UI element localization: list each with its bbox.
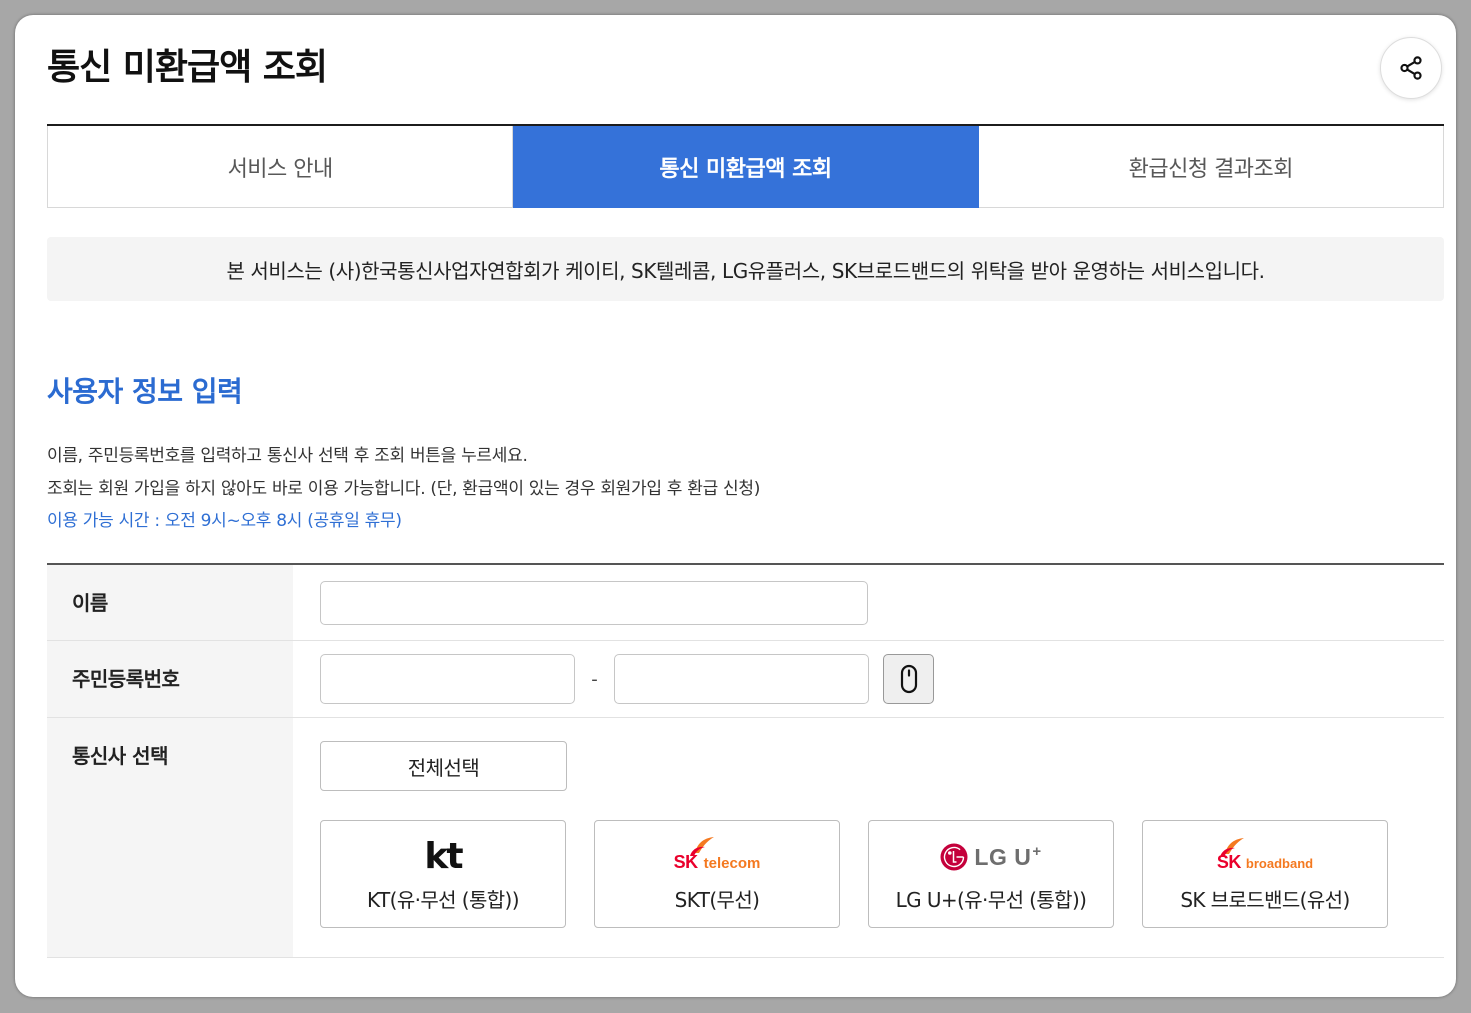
sk-broadband-text: broadband [1245,856,1314,871]
value-cell [293,565,1444,640]
share-icon [1400,56,1422,80]
instruction-line: 이름, 주민등록번호를 입력하고 통신사 선택 후 조회 버튼을 누르세요. [47,446,528,466]
carrier-option-label: KT(유·무선 (통합)) [367,888,520,912]
sk-telecom-logo: SK telecom [674,835,761,879]
lg-uplus-logo-text: LG U+ [974,843,1041,871]
carrier-option-kt[interactable]: kt KT(유·무선 (통합)) [320,820,566,928]
carrier-option-sk-broadband[interactable]: SK broadband SK 브로드밴드(유선) [1142,820,1388,928]
label-cell: 주민등록번호 [47,641,293,717]
page-card: 통신 미환급액 조회 서비스 안내 통신 미환급액 조회 환급신청 결과조회 본… [15,15,1456,997]
value-cell: 전체선택 kt KT(유·무선 (통합)) SK telecom SKT(무선)… [293,718,1444,957]
lg-plus-mark: + [1032,843,1042,860]
resident-number-back-input[interactable] [614,654,869,704]
share-button[interactable] [1380,37,1442,99]
tab-result-inquiry[interactable]: 환급신청 결과조회 [978,126,1444,208]
tab-refund-inquiry[interactable]: 통신 미환급액 조회 [513,126,979,208]
instruction-line: 조회는 회원 가입을 하지 않아도 바로 이용 가능합니다. (단, 환급액이 … [47,478,761,499]
value-cell: - [293,641,1444,717]
kt-logo: kt [424,835,463,879]
label-cell: 이름 [47,565,293,640]
form-row-resident-number: 주민등록번호 - [47,641,1444,718]
lg-uplus-logo-mark: LG U+ [940,835,1041,879]
sk-telecom-text: telecom [703,855,761,872]
lg-brand-text: LG U [974,844,1032,870]
form-row-carrier: 통신사 선택 전체선택 kt KT(유·무선 (통합)) SK telecom … [47,718,1444,958]
sk-broadband-logo-mark: SK broadband [1217,835,1313,879]
lg-uplus-logo: LG U+ [940,835,1041,879]
user-info-form: 이름 주민등록번호 - 통신사 선택 전체선택 kt KT(유·무선 (통합))… [47,563,1444,958]
carrier-label: 통신사 선택 [72,744,168,768]
mouse-input-button[interactable] [883,654,934,704]
resident-number-label: 주민등록번호 [72,667,180,691]
label-cell: 통신사 선택 [47,718,293,957]
resident-number-front-input[interactable] [320,654,575,704]
carrier-option-skt[interactable]: SK telecom SKT(무선) [594,820,840,928]
sk-telecom-logo-mark: SK telecom [674,835,761,879]
form-row-name: 이름 [47,565,1444,641]
select-all-button[interactable]: 전체선택 [320,741,567,791]
section-heading: 사용자 정보 입력 [47,375,243,408]
mouse-icon [900,664,917,694]
service-hours-text: 이용 가능 시간 : 오전 9시~오후 8시 (공휴일 휴무) [47,511,402,531]
carrier-option-label: LG U+(유·무선 (통합)) [895,888,1087,912]
tab-bar: 서비스 안내 통신 미환급액 조회 환급신청 결과조회 [47,124,1444,208]
instructions: 이름, 주민등록번호를 입력하고 통신사 선택 후 조회 버튼을 누르세요. 조… [47,440,760,538]
notice-text: 본 서비스는 (사)한국통신사업자연합회가 케이티, SK텔레콤, LG유플러스… [226,258,1265,283]
carrier-option-label: SK 브로드밴드(유선) [1180,888,1350,912]
tab-service-guide[interactable]: 서비스 안내 [47,126,514,208]
resident-number-separator: - [591,668,598,690]
sk-butterfly-icon [1219,838,1244,857]
kt-logo-text: kt [424,836,463,877]
name-input[interactable] [320,580,868,625]
notice-banner: 본 서비스는 (사)한국통신사업자연합회가 케이티, SK텔레콤, LG유플러스… [47,237,1444,301]
page-title: 통신 미환급액 조회 [47,47,328,88]
name-label: 이름 [72,590,108,615]
sk-broadband-logo: SK broadband [1217,835,1313,879]
lg-face-icon [940,843,968,871]
carrier-option-lg-uplus[interactable]: LG U+ LG U+(유·무선 (통합)) [868,820,1114,928]
carrier-option-label: SKT(무선) [674,888,760,912]
carrier-list: kt KT(유·무선 (통합)) SK telecom SKT(무선) LG U… [320,820,1388,928]
sk-butterfly-icon [689,837,714,856]
